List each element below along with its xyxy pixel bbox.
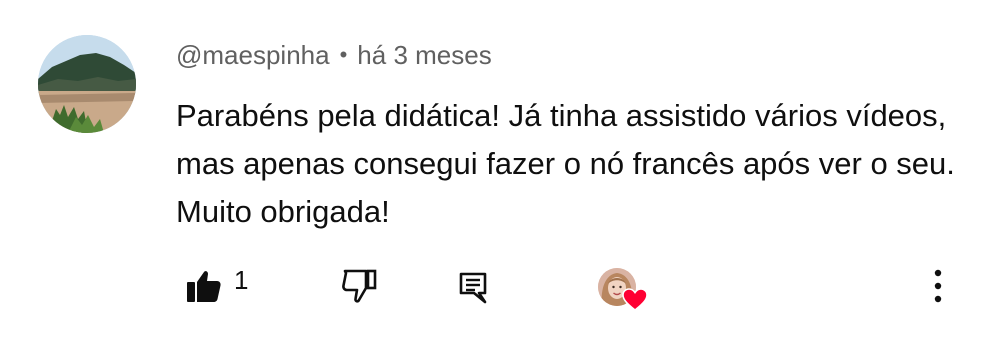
comment-actions: 1 (0, 262, 1000, 312)
like-count: 1 (234, 264, 249, 295)
more-vertical-icon (934, 269, 942, 303)
reply-button[interactable] (456, 270, 490, 306)
thumbs-down-icon (342, 269, 377, 303)
comment-header: @maespinha • há 3 meses (176, 38, 492, 72)
commenter-avatar[interactable] (38, 35, 136, 133)
avatar-landscape-image (38, 35, 136, 133)
dislike-button[interactable] (338, 266, 380, 306)
separator-dot: • (339, 42, 348, 67)
heart-icon (622, 288, 648, 312)
more-actions-button[interactable] (926, 266, 950, 306)
username-link[interactable]: @maespinha (176, 40, 330, 71)
comment-timestamp[interactable]: há 3 meses (357, 40, 491, 71)
creator-heart-badge[interactable] (598, 268, 650, 312)
comment-reply-icon (459, 272, 487, 304)
thumbs-up-icon (187, 271, 221, 302)
comment-text: Parabéns pela didática! Já tinha assisti… (176, 98, 955, 229)
like-button[interactable]: 1 (186, 264, 249, 306)
comment-thread: @maespinha • há 3 meses Parabéns pela di… (0, 0, 1000, 338)
